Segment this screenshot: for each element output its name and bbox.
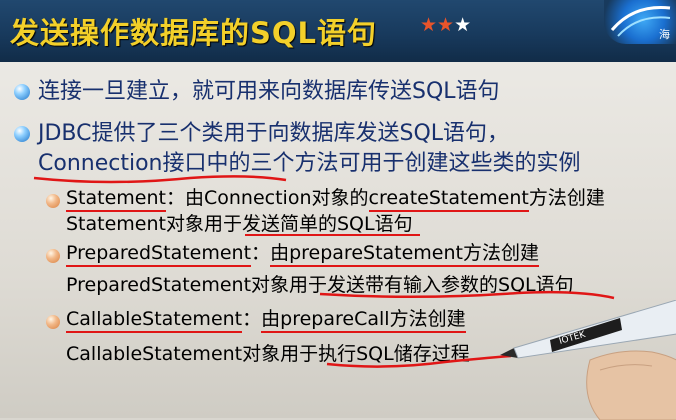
slide-title: 发送操作数据库的SQL语句 <box>10 16 378 50</box>
bullet-icon <box>14 84 30 100</box>
prepared-method: prepareStatement <box>289 242 463 267</box>
logo-icon: 海 <box>604 0 676 44</box>
prepared-desc-pre: 由 <box>270 242 290 267</box>
callable-method: prepareCall <box>280 308 390 333</box>
empty-star-icon: ★ <box>454 14 472 36</box>
slide-header: 发送操作数据库的SQL语句 ★★★ 海 <box>0 0 676 62</box>
callable-desc-pre: 由 <box>261 308 281 333</box>
statement-desc-post: 方法创建 <box>528 187 605 209</box>
point-2-line-1: JDBC提供了三个类用于向数据库发送SQL语句， <box>38 121 510 146</box>
sub-bullet-icon <box>46 194 60 208</box>
logo-text: 海 <box>659 28 670 41</box>
sub-bullet-icon <box>46 249 60 263</box>
statement-sep: ： <box>165 187 185 209</box>
prepared-line-1: PreparedStatement：由prepareStatement方法创建 <box>66 238 540 267</box>
pen-icon: IOTEK <box>500 300 676 420</box>
prepared-desc-post: 方法创建 <box>463 242 540 267</box>
sub-bullet-icon <box>46 315 60 329</box>
filled-stars-icon: ★★ <box>420 14 455 36</box>
prepared-sep: ： <box>251 242 271 264</box>
statement-line-2: Statement对象用于发送简单的SQL语句 <box>66 213 413 235</box>
callable-sep: ： <box>242 308 262 330</box>
prepared-name: PreparedStatement <box>66 242 252 267</box>
statement-desc-pre: 由Connection对象的 <box>185 187 369 209</box>
statement-underline-annotation <box>245 234 420 236</box>
callable-name: CallableStatement <box>66 308 243 333</box>
difficulty-stars: ★★★ <box>420 14 471 36</box>
statement-line-1: Statement：由Connection对象的createStatement方… <box>66 183 605 212</box>
point-1-text: 连接一旦建立，就可用来向数据库传送SQL语句 <box>38 79 500 104</box>
bullet-icon <box>14 126 30 142</box>
